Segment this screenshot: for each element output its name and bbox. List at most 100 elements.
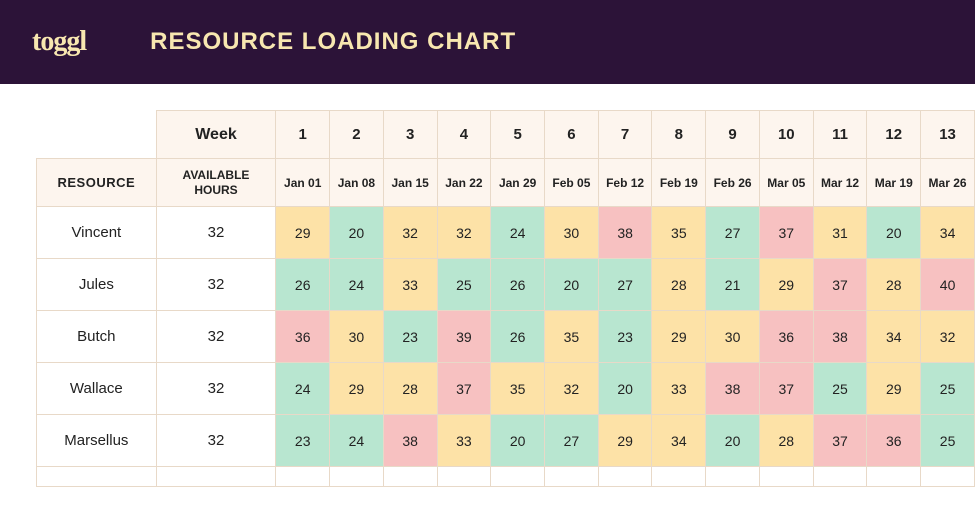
hours-cell: 30: [706, 311, 760, 363]
hours-cell: 20: [706, 415, 760, 467]
week-num: 9: [706, 111, 760, 159]
hours-cell: 37: [813, 259, 867, 311]
available-hours: 32: [156, 207, 276, 259]
blank-header: [37, 111, 157, 159]
available-hours: 32: [156, 311, 276, 363]
hours-cell: 24: [330, 259, 384, 311]
empty-cell: [759, 467, 813, 487]
hours-cell: 34: [921, 207, 975, 259]
hours-cell: 23: [598, 311, 652, 363]
hours-cell: 35: [652, 207, 706, 259]
week-num: 7: [598, 111, 652, 159]
available-hours: 32: [156, 363, 276, 415]
week-num: 12: [867, 111, 921, 159]
hours-cell: 35: [545, 311, 599, 363]
date-row: RESOURCE AVAILABLE HOURS Jan 01 Jan 08 J…: [37, 159, 975, 207]
week-num: 4: [437, 111, 491, 159]
week-num: 10: [759, 111, 813, 159]
date-header: Jan 15: [383, 159, 437, 207]
hours-cell: 32: [437, 207, 491, 259]
week-num: 1: [276, 111, 330, 159]
date-header: Mar 19: [867, 159, 921, 207]
date-header: Feb 26: [706, 159, 760, 207]
hours-cell: 37: [813, 415, 867, 467]
hours-cell: 40: [921, 259, 975, 311]
hours-cell: 21: [706, 259, 760, 311]
hours-cell: 20: [598, 363, 652, 415]
hours-cell: 33: [437, 415, 491, 467]
week-num: 6: [545, 111, 599, 159]
table-row: Marsellus3223243833202729342028373625: [37, 415, 975, 467]
table-container: Week 1 2 3 4 5 6 7 8 9 10 11 12 13 RESOU…: [0, 84, 975, 487]
hours-cell: 38: [383, 415, 437, 467]
hours-cell: 25: [921, 363, 975, 415]
date-header: Feb 05: [545, 159, 599, 207]
hours-cell: 27: [706, 207, 760, 259]
hours-cell: 36: [276, 311, 330, 363]
hours-cell: 29: [276, 207, 330, 259]
hours-cell: 33: [652, 363, 706, 415]
empty-cell: [330, 467, 384, 487]
hours-cell: 24: [491, 207, 545, 259]
table-row-empty: [37, 467, 975, 487]
week-num: 13: [921, 111, 975, 159]
date-header: Feb 19: [652, 159, 706, 207]
table-row: Vincent3229203232243038352737312034: [37, 207, 975, 259]
hours-cell: 28: [383, 363, 437, 415]
resource-name: Marsellus: [37, 415, 157, 467]
hours-cell: 28: [867, 259, 921, 311]
empty-cell: [867, 467, 921, 487]
empty-cell: [545, 467, 599, 487]
hours-cell: 38: [706, 363, 760, 415]
hours-cell: 37: [437, 363, 491, 415]
week-num: 2: [330, 111, 384, 159]
table-row: Jules3226243325262027282129372840: [37, 259, 975, 311]
date-header: Mar 26: [921, 159, 975, 207]
hours-cell: 27: [545, 415, 599, 467]
hours-cell: 29: [330, 363, 384, 415]
hours-cell: 29: [652, 311, 706, 363]
hours-cell: 20: [867, 207, 921, 259]
hours-cell: 36: [867, 415, 921, 467]
empty-cell: [156, 467, 276, 487]
week-num: 3: [383, 111, 437, 159]
hours-cell: 29: [598, 415, 652, 467]
resource-name: Wallace: [37, 363, 157, 415]
hours-cell: 23: [276, 415, 330, 467]
week-num: 5: [491, 111, 545, 159]
week-label-header: Week: [156, 111, 276, 159]
hours-cell: 25: [921, 415, 975, 467]
page-title: RESOURCE LOADING CHART: [150, 28, 516, 56]
table-body: Vincent3229203232243038352737312034Jules…: [37, 207, 975, 487]
hours-cell: 24: [330, 415, 384, 467]
empty-cell: [37, 467, 157, 487]
hours-cell: 26: [491, 259, 545, 311]
hours-cell: 26: [276, 259, 330, 311]
date-header: Feb 12: [598, 159, 652, 207]
hours-cell: 33: [383, 259, 437, 311]
resource-header: RESOURCE: [37, 159, 157, 207]
empty-cell: [598, 467, 652, 487]
app-header: toggl RESOURCE LOADING CHART: [0, 0, 975, 84]
hours-cell: 23: [383, 311, 437, 363]
hours-cell: 25: [813, 363, 867, 415]
empty-cell: [813, 467, 867, 487]
week-num: 8: [652, 111, 706, 159]
hours-cell: 32: [383, 207, 437, 259]
hours-cell: 34: [652, 415, 706, 467]
hours-cell: 29: [759, 259, 813, 311]
hours-cell: 37: [759, 363, 813, 415]
resource-loading-table: Week 1 2 3 4 5 6 7 8 9 10 11 12 13 RESOU…: [36, 110, 975, 487]
empty-cell: [652, 467, 706, 487]
hours-cell: 26: [491, 311, 545, 363]
hours-cell: 24: [276, 363, 330, 415]
resource-name: Jules: [37, 259, 157, 311]
hours-cell: 34: [867, 311, 921, 363]
hours-cell: 39: [437, 311, 491, 363]
date-header: Mar 12: [813, 159, 867, 207]
hours-cell: 25: [437, 259, 491, 311]
empty-cell: [437, 467, 491, 487]
hours-cell: 30: [330, 311, 384, 363]
date-header: Jan 08: [330, 159, 384, 207]
hours-cell: 20: [545, 259, 599, 311]
